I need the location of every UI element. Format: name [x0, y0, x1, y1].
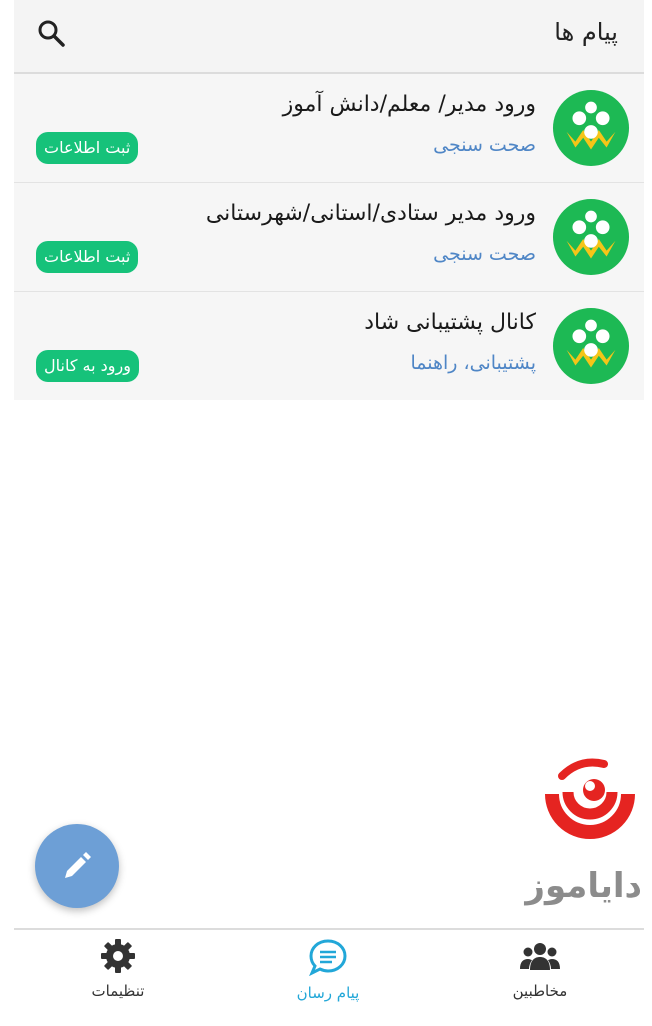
tab-messenger-label: پیام رسان — [296, 984, 360, 1002]
tab-settings[interactable]: تنظیمات — [58, 938, 178, 1000]
dayamooz-logo — [545, 758, 635, 839]
gear-icon — [101, 939, 135, 973]
bottom-navigation: تنظیمات پیام رسان مخاطبین — [14, 928, 644, 1026]
tab-settings-label: تنظیمات — [91, 982, 145, 1000]
conversation-subtitle: پشتیبانی، راهنما — [410, 352, 536, 374]
conversation-item[interactable]: ورود مدیر ستادی/استانی/شهرستانی صحت سنجی… — [14, 183, 644, 292]
tab-contacts-label: مخاطبین — [512, 982, 568, 1000]
join-channel-button[interactable]: ورود به کانال — [36, 350, 139, 382]
brand-name: دایاموز — [525, 866, 642, 906]
conversation-name: کانال پشتیبانی شاد — [364, 310, 536, 335]
shad-logo-avatar — [552, 198, 630, 276]
compose-button[interactable] — [35, 824, 119, 908]
register-info-button[interactable]: ثبت اطلاعات — [36, 132, 139, 164]
pencil-icon — [65, 852, 91, 878]
shad-logo-avatar — [552, 89, 630, 167]
tab-messenger[interactable]: پیام رسان — [268, 938, 388, 1002]
page-title: پیام ها — [554, 18, 618, 46]
search-icon[interactable] — [36, 18, 66, 48]
conversation-list: ورود مدیر/ معلم/دانش آموز صحت سنجی ثبت ا… — [14, 74, 644, 400]
shad-logo-avatar — [552, 307, 630, 385]
register-info-button[interactable]: ثبت اطلاعات — [36, 241, 139, 273]
people-icon — [520, 943, 560, 970]
conversation-name: ورود مدیر/ معلم/دانش آموز — [282, 92, 536, 117]
conversation-item[interactable]: کانال پشتیبانی شاد پشتیبانی، راهنما ورود… — [14, 292, 644, 400]
app-header: پیام ها — [14, 0, 644, 74]
conversation-name: ورود مدیر ستادی/استانی/شهرستانی — [205, 201, 536, 226]
conversation-item[interactable]: ورود مدیر/ معلم/دانش آموز صحت سنجی ثبت ا… — [14, 74, 644, 183]
tab-contacts[interactable]: مخاطبین — [480, 938, 600, 1000]
conversation-subtitle: صحت سنجی — [433, 134, 536, 156]
conversation-subtitle: صحت سنجی — [433, 243, 536, 265]
chat-icon — [309, 939, 347, 977]
